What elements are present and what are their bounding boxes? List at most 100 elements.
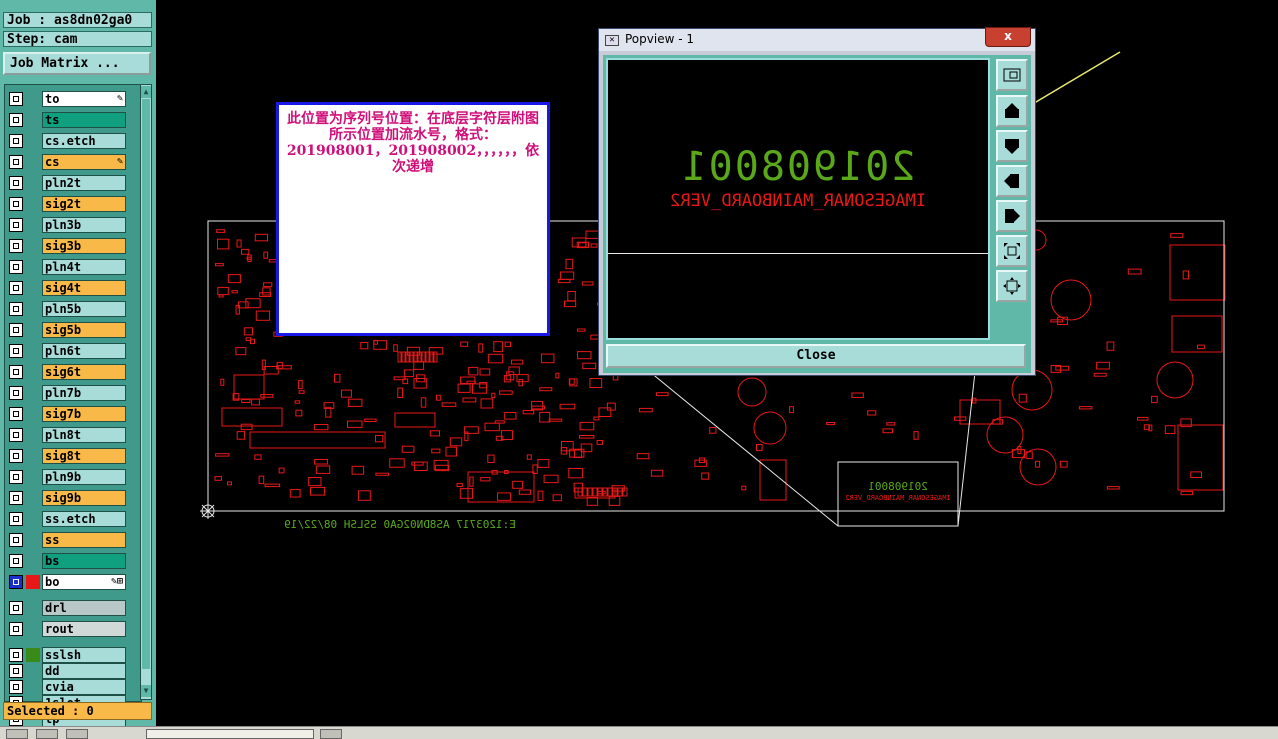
- layer-row-sig5b[interactable]: sig5b: [8, 322, 126, 338]
- layer-checkbox[interactable]: [9, 449, 23, 463]
- zoom-fit-icon[interactable]: [996, 59, 1028, 91]
- layer-row-pln9b[interactable]: pln9b: [8, 469, 126, 485]
- layer-name[interactable]: pln4t: [42, 259, 126, 275]
- layer-row-bs[interactable]: bs: [8, 553, 126, 569]
- layer-name[interactable]: cvia: [42, 679, 126, 695]
- job-matrix-button[interactable]: Job Matrix ...: [3, 52, 151, 75]
- zoom-in-icon[interactable]: [996, 235, 1028, 267]
- layer-row-sig9b[interactable]: sig9b: [8, 490, 126, 506]
- layer-row-pln2t[interactable]: pln2t: [8, 175, 126, 191]
- layer-name[interactable]: cs ✎: [42, 154, 126, 170]
- layer-row-ss[interactable]: ss: [8, 532, 126, 548]
- layer-row-sig8t[interactable]: sig8t: [8, 448, 126, 464]
- layer-row-pln3b[interactable]: pln3b: [8, 217, 126, 233]
- layer-name[interactable]: sig5b: [42, 322, 126, 338]
- layer-name[interactable]: pln2t: [42, 175, 126, 191]
- layer-row-sig4t[interactable]: sig4t: [8, 280, 126, 296]
- layer-row-pln6t[interactable]: pln6t: [8, 343, 126, 359]
- layer-checkbox[interactable]: [9, 218, 23, 232]
- layer-checkbox[interactable]: [9, 197, 23, 211]
- layer-checkbox[interactable]: [9, 680, 23, 694]
- layer-checkbox[interactable]: [9, 92, 23, 106]
- layer-row-bo[interactable]: bo ✎⊞: [8, 574, 126, 590]
- layer-checkbox[interactable]: [9, 281, 23, 295]
- layer-name[interactable]: ss: [42, 532, 126, 548]
- zoom-out-icon[interactable]: [996, 270, 1028, 302]
- popview-titlebar[interactable]: ✕ Popview - 1 x: [599, 27, 1035, 51]
- layer-name[interactable]: sig9b: [42, 490, 126, 506]
- layer-row-dd[interactable]: dd: [8, 663, 126, 679]
- layer-name[interactable]: pln8t: [42, 427, 126, 443]
- pan-down-icon[interactable]: [996, 130, 1028, 162]
- layer-name[interactable]: bo ✎⊞: [42, 574, 126, 590]
- layer-name[interactable]: pln9b: [42, 469, 126, 485]
- layer-checkbox[interactable]: [9, 407, 23, 421]
- layer-checkbox[interactable]: [9, 344, 23, 358]
- layer-name[interactable]: sig3b: [42, 238, 126, 254]
- layer-row-cs-etch[interactable]: cs.etch: [8, 133, 126, 149]
- layer-checkbox[interactable]: [9, 365, 23, 379]
- layer-name[interactable]: sig8t: [42, 448, 126, 464]
- layer-checkbox[interactable]: [9, 260, 23, 274]
- pan-right-icon[interactable]: [996, 200, 1028, 232]
- layer-name[interactable]: bs: [42, 553, 126, 569]
- layer-checkbox[interactable]: [9, 533, 23, 547]
- layer-checkbox[interactable]: [9, 664, 23, 678]
- layer-name[interactable]: sig4t: [42, 280, 126, 296]
- layer-checkbox[interactable]: [9, 470, 23, 484]
- layer-name[interactable]: sig7b: [42, 406, 126, 422]
- layer-checkbox[interactable]: [9, 176, 23, 190]
- layer-name[interactable]: drl: [42, 600, 126, 616]
- layer-name[interactable]: ss.etch: [42, 511, 126, 527]
- layer-checkbox[interactable]: [9, 554, 23, 568]
- scroll-down-icon[interactable]: ▼: [141, 685, 151, 697]
- layer-name[interactable]: sig2t: [42, 196, 126, 212]
- popview-close-button[interactable]: Close: [606, 344, 1026, 368]
- layer-name[interactable]: cs.etch: [42, 133, 126, 149]
- layer-row-sslsh[interactable]: sslsh: [8, 647, 126, 663]
- layer-row-cs[interactable]: cs ✎: [8, 154, 126, 170]
- layer-name[interactable]: sslsh: [42, 647, 126, 663]
- layer-checkbox[interactable]: [9, 302, 23, 316]
- layer-color-swatch[interactable]: [26, 648, 40, 662]
- layer-row-pln4t[interactable]: pln4t: [8, 259, 126, 275]
- scroll-up-icon[interactable]: ▲: [141, 86, 151, 98]
- layer-checkbox[interactable]: [9, 622, 23, 636]
- layer-checkbox[interactable]: [9, 428, 23, 442]
- layer-row-to[interactable]: to ✎: [8, 91, 126, 107]
- layer-checkbox[interactable]: [9, 155, 23, 169]
- layer-checkbox[interactable]: [9, 239, 23, 253]
- layer-checkbox[interactable]: [9, 512, 23, 526]
- layer-name[interactable]: pln5b: [42, 301, 126, 317]
- layer-row-ss-etch[interactable]: ss.etch: [8, 511, 126, 527]
- layer-checkbox[interactable]: [9, 601, 23, 615]
- layer-scrollbar[interactable]: ▲ ▼: [140, 84, 152, 700]
- layer-row-sig6t[interactable]: sig6t: [8, 364, 126, 380]
- pan-up-icon[interactable]: [996, 95, 1028, 127]
- layer-row-pln8t[interactable]: pln8t: [8, 427, 126, 443]
- layer-checkbox[interactable]: [9, 386, 23, 400]
- close-window-button[interactable]: x: [985, 27, 1031, 47]
- layer-row-drl[interactable]: drl: [8, 600, 126, 616]
- layer-name[interactable]: pln6t: [42, 343, 126, 359]
- layer-name[interactable]: pln3b: [42, 217, 126, 233]
- layer-row-sig3b[interactable]: sig3b: [8, 238, 126, 254]
- popview-display[interactable]: 201908001 IMAGESONAR_MAINBOARD_VER2: [606, 58, 990, 340]
- layer-row-rout[interactable]: rout: [8, 621, 126, 637]
- layer-name[interactable]: dd: [42, 663, 126, 679]
- layer-row-sig7b[interactable]: sig7b: [8, 406, 126, 422]
- layer-name[interactable]: to ✎: [42, 91, 126, 107]
- layer-row-ts[interactable]: ts: [8, 112, 126, 128]
- layer-row-cvia[interactable]: cvia: [8, 679, 126, 695]
- layer-checkbox[interactable]: [9, 491, 23, 505]
- scroll-thumb[interactable]: [142, 99, 150, 669]
- layer-row-pln5b[interactable]: pln5b: [8, 301, 126, 317]
- layer-checkbox[interactable]: [9, 575, 23, 589]
- pan-left-icon[interactable]: [996, 165, 1028, 197]
- layer-name[interactable]: ts: [42, 112, 126, 128]
- layer-name[interactable]: rout: [42, 621, 126, 637]
- layer-checkbox[interactable]: [9, 134, 23, 148]
- layer-checkbox[interactable]: [9, 648, 23, 662]
- layer-row-sig2t[interactable]: sig2t: [8, 196, 126, 212]
- layer-color-swatch[interactable]: [26, 575, 40, 589]
